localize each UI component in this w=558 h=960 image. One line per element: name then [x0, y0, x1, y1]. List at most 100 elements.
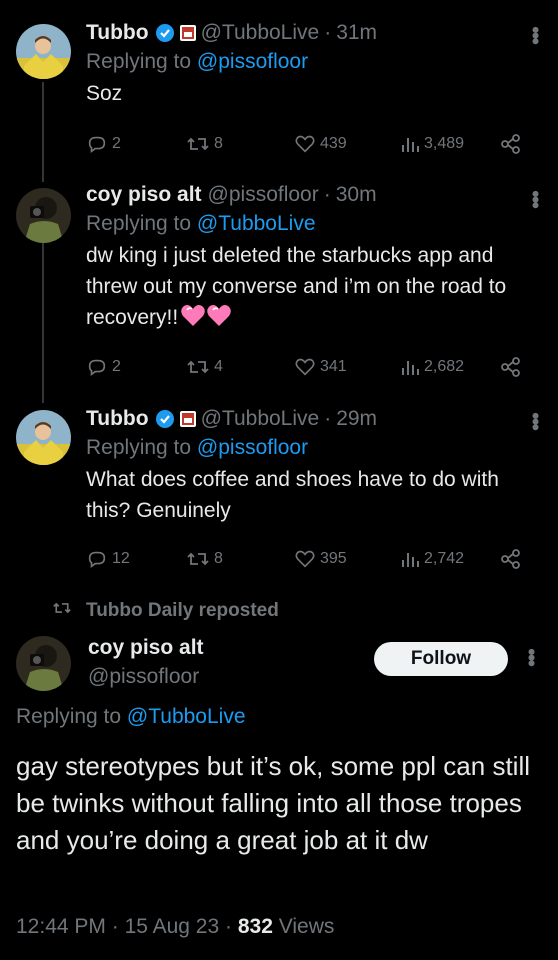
avatar[interactable] — [16, 410, 71, 465]
reply-mention-link[interactable]: @pissofloor — [197, 50, 308, 73]
pink-heart-emoji-icon — [180, 304, 232, 337]
reply-button[interactable]: 12 — [86, 548, 130, 570]
like-count: 341 — [320, 358, 347, 375]
repost-count: 8 — [214, 135, 223, 152]
share-icon — [500, 133, 522, 155]
main-handle[interactable]: @pissofloor — [88, 665, 199, 689]
reply-mention-link[interactable]: @TubboLive — [127, 705, 246, 728]
repost-banner-label: Tubbo Daily reposted — [86, 600, 279, 621]
tweet-meta: 12:44 PM · 15 Aug 23 · 832 Views — [16, 915, 334, 939]
replying-to: Replying to @TubboLive — [86, 210, 538, 238]
main-replying-to: Replying to @TubboLive — [16, 705, 246, 729]
action-bar: 12 8 395 2,742 — [86, 547, 526, 571]
views-button[interactable]: 3,489 — [400, 134, 464, 154]
share-button[interactable] — [500, 133, 522, 155]
views-button[interactable]: 2,742 — [400, 549, 464, 569]
tweet-header: Tubbo @TubboLive · 29m — [86, 406, 538, 432]
views-count: 832 — [237, 915, 273, 938]
analytics-icon — [400, 134, 420, 154]
heart-icon — [294, 133, 316, 155]
separator-dot: · — [225, 915, 233, 938]
action-bar: 2 4 341 2,682 — [86, 355, 526, 379]
follow-button[interactable]: Follow — [374, 642, 508, 676]
repost-count: 8 — [214, 550, 223, 567]
reply-icon — [86, 133, 108, 155]
reply-button[interactable]: 2 — [86, 356, 121, 378]
separator-dot: · — [324, 407, 332, 430]
repost-icon — [52, 599, 72, 623]
separator-dot: · — [111, 915, 119, 938]
view-count: 2,682 — [424, 358, 465, 375]
handle[interactable]: @TubboLive — [201, 406, 320, 432]
heart-icon — [294, 356, 316, 378]
thread-connector — [42, 82, 44, 182]
avatar[interactable] — [16, 188, 71, 243]
like-button[interactable]: 341 — [294, 356, 347, 378]
separator-dot: · — [324, 21, 332, 44]
more-options-icon[interactable]: ••• — [519, 648, 544, 665]
reply-mention-link[interactable]: @pissofloor — [197, 436, 308, 459]
handle[interactable]: @TubboLive — [201, 20, 320, 46]
replying-to: Replying to @pissofloor — [86, 48, 538, 76]
affiliate-badge-icon[interactable] — [179, 24, 197, 42]
timestamp[interactable]: 30m — [336, 182, 377, 208]
repost-icon — [186, 356, 210, 378]
verified-icon — [155, 409, 175, 429]
post-date[interactable]: 15 Aug 23 — [125, 915, 220, 938]
tweet-header: coy piso alt @pissofloor · 30m — [86, 182, 538, 208]
replying-to: Replying to @pissofloor — [86, 434, 538, 462]
more-options-icon[interactable]: ••• — [523, 412, 548, 429]
replying-to-label: Replying to — [86, 50, 197, 73]
replying-to-label: Replying to — [16, 705, 127, 728]
main-avatar[interactable] — [16, 636, 71, 691]
analytics-icon — [400, 549, 420, 569]
repost-icon — [186, 548, 210, 570]
like-button[interactable]: 395 — [294, 548, 347, 570]
main-tweet-text: gay stereotypes but it’s ok, some ppl ca… — [16, 751, 530, 855]
heart-icon — [294, 548, 316, 570]
views-button[interactable]: 2,682 — [400, 357, 464, 377]
share-button[interactable] — [500, 548, 522, 570]
repost-button[interactable]: 4 — [186, 356, 223, 378]
tweet-text: Soz — [86, 82, 123, 105]
repost-banner[interactable]: Tubbo Daily reposted — [52, 599, 279, 623]
reply-button[interactable]: 2 — [86, 133, 121, 155]
reply-count: 2 — [112, 358, 121, 375]
like-count: 395 — [320, 550, 347, 567]
analytics-icon — [400, 357, 420, 377]
tweet-text-body: dw king i just deleted the starbucks app… — [86, 244, 507, 329]
views-label: Views — [278, 915, 335, 938]
handle[interactable]: @pissofloor — [208, 182, 319, 208]
verified-icon — [155, 23, 175, 43]
like-button[interactable]: 439 — [294, 133, 347, 155]
thread-connector — [42, 243, 44, 403]
like-count: 439 — [320, 135, 347, 152]
tweet-header: Tubbo @TubboLive · 31m — [86, 20, 538, 46]
view-count: 2,742 — [424, 550, 465, 567]
repost-button[interactable]: 8 — [186, 133, 223, 155]
more-options-icon[interactable]: ••• — [523, 190, 548, 207]
repost-button[interactable]: 8 — [186, 548, 223, 570]
reply-count: 12 — [112, 550, 130, 567]
timestamp[interactable]: 29m — [336, 406, 377, 432]
repost-count: 4 — [214, 358, 223, 375]
share-icon — [500, 356, 522, 378]
share-icon — [500, 548, 522, 570]
reply-count: 2 — [112, 135, 121, 152]
view-count: 3,489 — [424, 135, 465, 152]
reply-icon — [86, 356, 108, 378]
replying-to-label: Replying to — [86, 436, 197, 459]
action-bar: 2 8 439 3,489 — [86, 132, 526, 156]
more-options-icon[interactable]: ••• — [523, 26, 548, 43]
share-button[interactable] — [500, 356, 522, 378]
display-name[interactable]: Tubbo — [86, 20, 149, 46]
main-display-name[interactable]: coy piso alt — [88, 636, 204, 660]
affiliate-badge-icon[interactable] — [179, 410, 197, 428]
reply-mention-link[interactable]: @TubboLive — [197, 212, 316, 235]
display-name[interactable]: coy piso alt — [86, 182, 202, 208]
timestamp[interactable]: 31m — [336, 20, 377, 46]
tweet-text: dw king i just deleted the starbucks app… — [86, 240, 538, 337]
avatar[interactable] — [16, 24, 71, 79]
post-time[interactable]: 12:44 PM — [16, 915, 106, 938]
display-name[interactable]: Tubbo — [86, 406, 149, 432]
